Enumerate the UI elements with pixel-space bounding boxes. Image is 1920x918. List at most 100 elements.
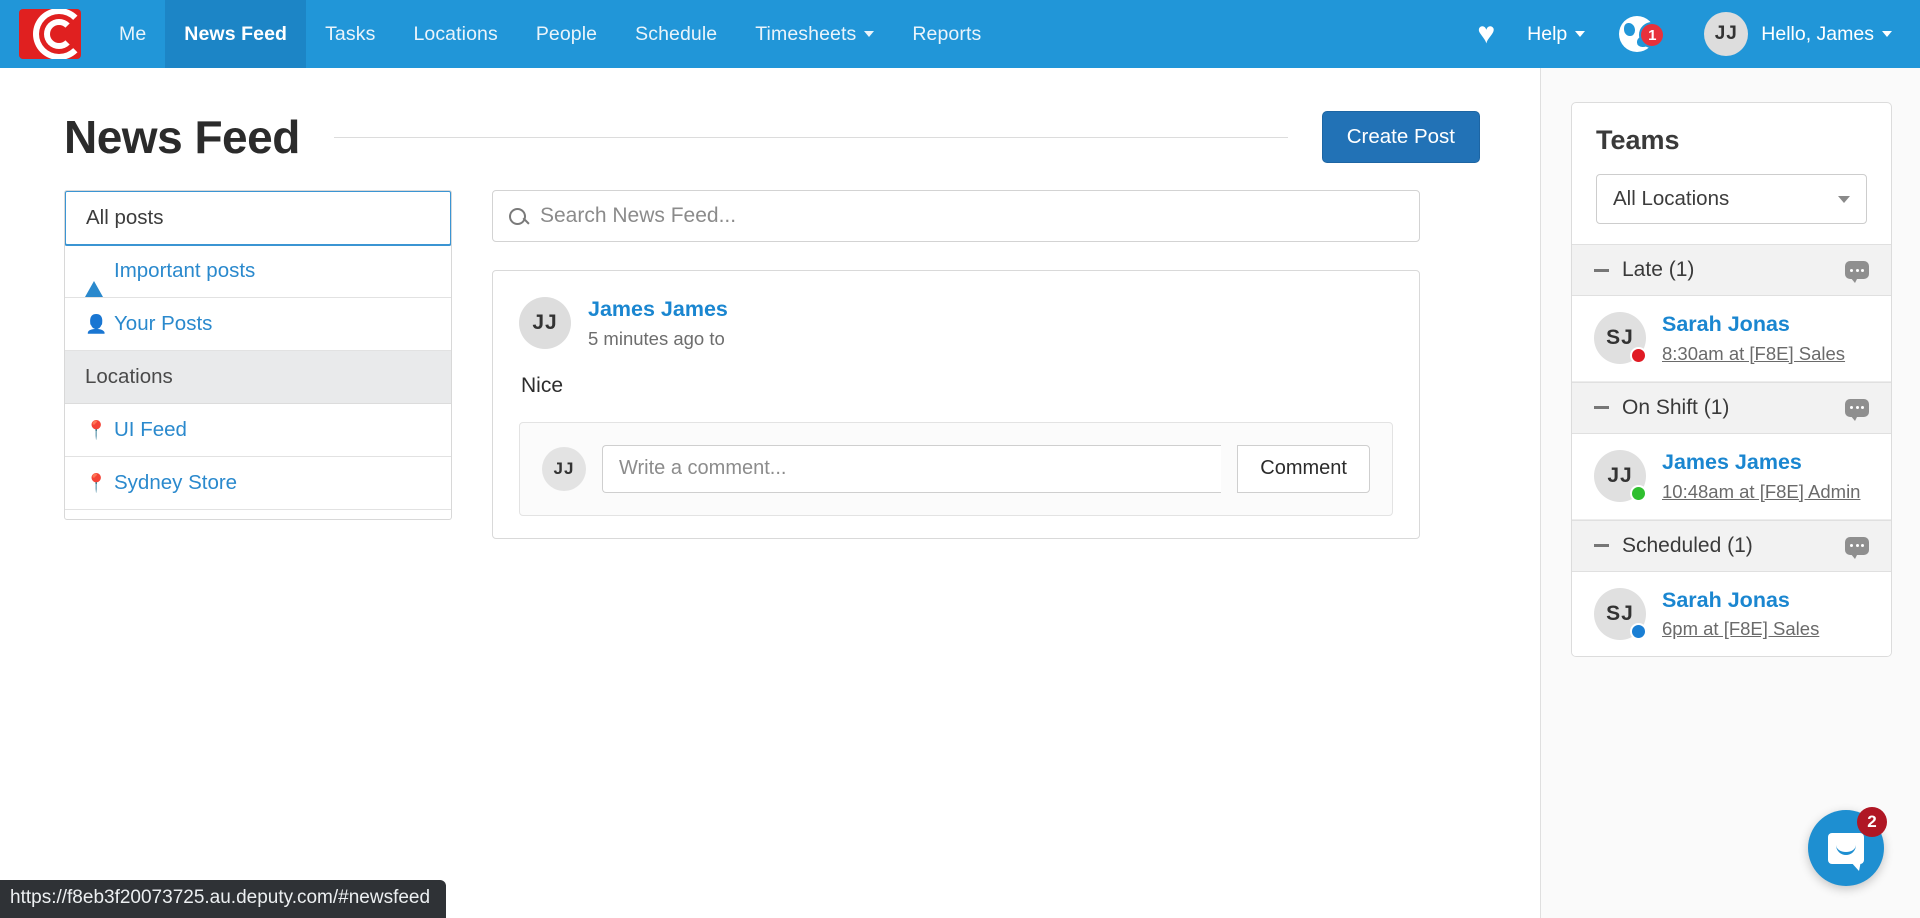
nav-label: Reports <box>912 22 982 45</box>
header-divider <box>333 136 1288 138</box>
member-name-link[interactable]: James James <box>1662 450 1860 476</box>
member-info: Sarah Jonas 6pm at [F8E] Sales <box>1662 588 1819 641</box>
heart-icon[interactable]: ♥ <box>1459 19 1513 49</box>
search-input[interactable] <box>540 204 1403 228</box>
page-body: News Feed Create Post All posts Importan… <box>0 68 1920 918</box>
collapse-minus-icon <box>1594 268 1609 272</box>
chevron-down-icon <box>864 31 875 37</box>
nav-label: Timesheets <box>755 22 857 45</box>
member-name-link[interactable]: Sarah Jonas <box>1662 588 1819 614</box>
member-shift-detail[interactable]: 8:30am at [F8E] Sales <box>1662 343 1845 365</box>
collapse-minus-icon <box>1594 544 1609 548</box>
filter-item-sydney-store[interactable]: 📍 Sydney Store <box>65 457 451 510</box>
chat-unread-badge: 2 <box>1857 807 1887 837</box>
create-post-button[interactable]: Create Post <box>1321 111 1480 163</box>
primary-nav-items: Me News Feed Tasks Locations People Sche… <box>100 0 1000 68</box>
warning-icon <box>85 261 103 297</box>
user-icon: 👤 <box>85 314 108 334</box>
chat-bubble-icon[interactable] <box>1845 261 1869 283</box>
team-group-label: On Shift (1) <box>1622 395 1730 419</box>
smile-icon <box>1836 845 1856 855</box>
notifications-globe-button[interactable]: 1 <box>1603 16 1671 52</box>
location-filter-select[interactable]: All Locations <box>1596 174 1867 224</box>
filter-label: All posts <box>86 206 164 229</box>
nav-item-schedule[interactable]: Schedule <box>616 0 736 68</box>
filter-group-locations: Locations <box>65 351 451 404</box>
member-info: James James 10:48am at [F8E] Admin <box>1662 450 1860 503</box>
avatar-with-status: SJ <box>1594 312 1647 365</box>
chevron-down-icon <box>1838 195 1850 203</box>
team-group-scheduled[interactable]: Scheduled (1) <box>1572 519 1891 572</box>
chat-bubble-icon <box>1828 832 1864 871</box>
nav-item-locations[interactable]: Locations <box>394 0 516 68</box>
chevron-down-icon <box>1882 31 1892 37</box>
app-logo[interactable] <box>0 0 100 68</box>
team-group-on-shift[interactable]: On Shift (1) <box>1572 381 1891 434</box>
map-pin-icon: 📍 <box>85 420 108 440</box>
status-badge <box>1630 485 1647 503</box>
page-header: News Feed Create Post <box>0 68 1540 164</box>
search-icon <box>509 207 526 225</box>
filter-label: UI Feed <box>114 418 187 441</box>
team-group-late[interactable]: Late (1) <box>1572 244 1891 296</box>
filter-item-your-posts[interactable]: 👤 Your Posts <box>65 298 451 351</box>
filter-item-important-posts[interactable]: Important posts <box>65 245 451 298</box>
member-name-link[interactable]: Sarah Jonas <box>1662 312 1845 338</box>
status-badge <box>1630 622 1647 640</box>
avatar-with-status: SJ <box>1594 587 1647 640</box>
post-card: JJ James James 5 minutes ago to Nice JJ … <box>492 270 1420 539</box>
team-group-label: Scheduled (1) <box>1622 533 1753 557</box>
member-shift-detail[interactable]: 6pm at [F8E] Sales <box>1662 618 1819 640</box>
nav-item-timesheets[interactable]: Timesheets <box>736 0 893 68</box>
user-greeting-label: Hello, James <box>1761 23 1892 46</box>
post-author-link[interactable]: James James <box>588 297 728 322</box>
search-news-feed-box[interactable] <box>492 190 1420 242</box>
nav-label: News Feed <box>184 22 288 45</box>
filter-item-all-posts[interactable]: All posts <box>65 191 451 246</box>
notification-badge: 1 <box>1639 22 1666 48</box>
deputy-logo-icon <box>19 9 81 59</box>
location-filter-value: All Locations <box>1613 187 1730 210</box>
chat-launcher-button[interactable]: 2 <box>1808 807 1887 886</box>
filter-item-ui-feed[interactable]: 📍 UI Feed <box>65 404 451 457</box>
browser-status-bar: https://f8eb3f20073725.au.deputy.com/#ne… <box>0 880 447 918</box>
post-body-text: Nice <box>521 373 564 397</box>
filter-group-label: Locations <box>85 365 173 388</box>
nav-item-tasks[interactable]: Tasks <box>306 0 394 68</box>
team-member-row[interactable]: SJ Sarah Jonas 8:30am at [F8E] Sales <box>1572 296 1891 382</box>
nav-item-reports[interactable]: Reports <box>893 0 1000 68</box>
nav-right-cluster: ♥ Help 1 JJ Hello, James <box>1459 0 1920 68</box>
avatar: JJ <box>1704 12 1749 56</box>
post-timestamp: 5 minutes ago to <box>588 327 725 349</box>
nav-label: People <box>535 22 598 45</box>
teams-header: Teams All Locations <box>1572 103 1891 244</box>
nav-label: Tasks <box>325 22 376 45</box>
user-greeting-text: Hello, James <box>1761 22 1874 45</box>
team-member-row[interactable]: SJ Sarah Jonas 6pm at [F8E] Sales <box>1572 571 1891 657</box>
nav-item-people[interactable]: People <box>517 0 616 68</box>
chevron-down-icon <box>1575 31 1586 37</box>
teams-title: Teams <box>1596 125 1680 155</box>
feed-filter-list: All posts Important posts 👤 Your Posts L… <box>64 190 452 520</box>
avatar-with-status: JJ <box>1594 450 1647 503</box>
avatar: JJ <box>542 446 586 491</box>
nav-item-me[interactable]: Me <box>100 0 165 68</box>
avatar: JJ <box>519 297 571 349</box>
teams-sidebar: Teams All Locations Late (1) SJ Sarah Jo… <box>1541 68 1920 918</box>
comment-composer: JJ Comment <box>519 421 1393 516</box>
team-group-label: Late (1) <box>1622 258 1695 281</box>
help-label: Help <box>1527 22 1568 45</box>
comment-submit-button[interactable]: Comment <box>1237 444 1370 493</box>
chat-bubble-icon[interactable] <box>1845 536 1869 559</box>
comment-input[interactable] <box>602 444 1222 493</box>
help-menu[interactable]: Help <box>1517 23 1599 46</box>
nav-label: Schedule <box>635 22 718 45</box>
nav-item-news-feed[interactable]: News Feed <box>165 0 307 68</box>
collapse-minus-icon <box>1594 406 1609 410</box>
team-member-row[interactable]: JJ James James 10:48am at [F8E] Admin <box>1572 433 1891 520</box>
post-author-block: James James 5 minutes ago to <box>588 297 728 350</box>
chat-bubble-icon[interactable] <box>1845 398 1869 421</box>
member-shift-detail[interactable]: 10:48am at [F8E] Admin <box>1662 481 1860 503</box>
user-menu[interactable]: JJ Hello, James <box>1692 12 1898 56</box>
content-row: All posts Important posts 👤 Your Posts L… <box>0 164 1540 539</box>
